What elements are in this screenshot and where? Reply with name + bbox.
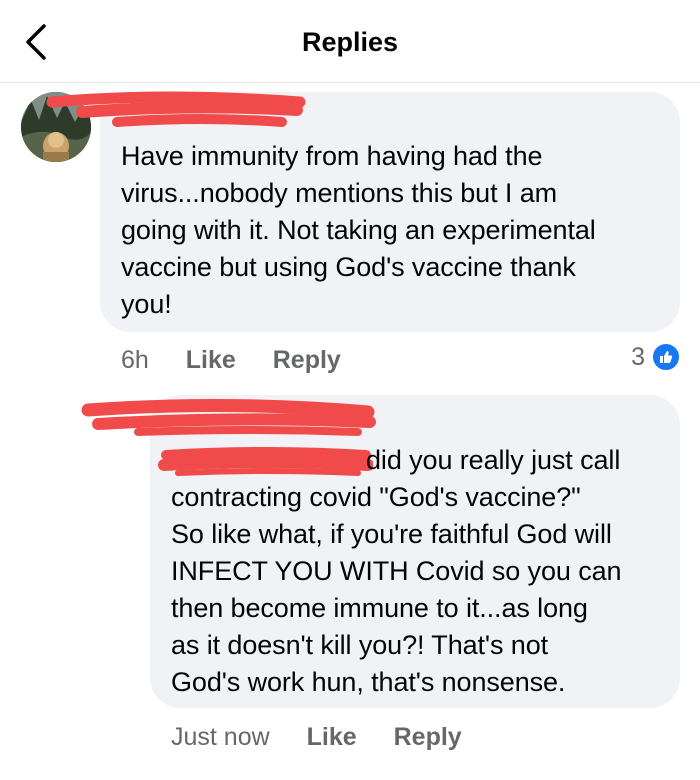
reply-actions: Just now Like Reply — [171, 722, 462, 752]
reply-button[interactable]: Reply — [394, 723, 462, 751]
reaction-count: 3 — [631, 342, 645, 371]
reply-text: did you really just call contracting cov… — [171, 442, 671, 701]
thumbs-up-icon — [651, 342, 681, 372]
comment-actions: 6h Like Reply — [121, 345, 341, 375]
replies-screen: Replies Have immunity from having had th… — [0, 0, 700, 780]
comment-timestamp: 6h — [121, 346, 149, 374]
reply-text-body: contracting covid "God's vaccine?" So li… — [171, 482, 622, 697]
reply-text-first-line: did you really just call — [366, 445, 621, 475]
top-bar: Replies — [0, 0, 700, 83]
page-title: Replies — [301, 27, 399, 57]
reply-button[interactable]: Reply — [273, 346, 341, 374]
redacted-name-scribble — [46, 91, 306, 127]
comment-text: Have immunity from having had the virus.… — [121, 141, 596, 319]
reply-timestamp: Just now — [171, 723, 270, 751]
like-button[interactable]: Like — [186, 346, 236, 374]
redacted-name-scribble — [81, 398, 376, 436]
reaction-summary[interactable]: 3 — [631, 342, 681, 372]
like-button[interactable]: Like — [307, 723, 357, 751]
